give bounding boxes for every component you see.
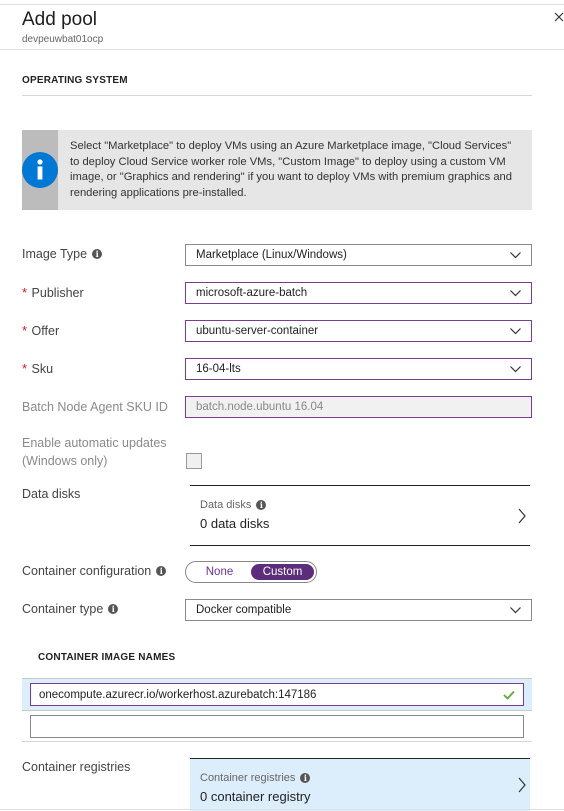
container-configuration-toggle[interactable]: None Custom — [185, 561, 317, 583]
toggle-option-none[interactable]: None — [188, 564, 251, 580]
offer-value: ubuntu-server-container — [196, 325, 319, 337]
info-icon[interactable]: i — [300, 773, 311, 783]
sku-value: 16-04-lts — [196, 363, 241, 375]
checkmark-icon — [503, 690, 515, 700]
node-agent-sku-label-text: Batch Node Agent SKU ID — [22, 400, 168, 414]
data-disks-label-text: Data disks — [22, 487, 81, 501]
close-icon — [554, 12, 564, 22]
container-registries-link-label: Container registries i — [200, 772, 520, 784]
container-type-select[interactable]: Docker compatible — [185, 599, 532, 621]
container-registries-count: 0 container registry — [200, 789, 311, 804]
header-divider — [0, 49, 564, 50]
info-icon[interactable]: i — [156, 566, 167, 576]
chevron-down-icon — [510, 251, 521, 258]
image-name-input-empty[interactable] — [30, 715, 524, 738]
container-type-label-text: Container type — [22, 602, 104, 616]
info-icon[interactable]: i — [256, 500, 267, 510]
top-border — [0, 4, 564, 5]
chevron-down-icon — [510, 365, 521, 372]
publisher-label: * Publisher — [22, 285, 84, 300]
container-configuration-label-text: Container configuration — [22, 564, 152, 578]
section-title-container-image-names: CONTAINER IMAGE NAMES — [38, 652, 176, 663]
image-type-label: Image Type i — [22, 247, 103, 261]
section-divider — [22, 95, 532, 96]
info-icon[interactable]: i — [92, 249, 103, 259]
toggle-option-custom[interactable]: Custom — [251, 564, 314, 580]
required-marker: * — [22, 361, 28, 376]
container-registries-label-text: Container registries — [22, 760, 131, 774]
image-name-row: onecompute.azurecr.io/workerhost.azureba… — [22, 678, 532, 710]
info-icon[interactable]: i — [108, 604, 119, 614]
image-name-value: onecompute.azurecr.io/workerhost.azureba… — [39, 688, 317, 701]
auto-updates-label: Enable automatic updates (Windows only) — [22, 435, 167, 469]
offer-label-text: Offer — [31, 324, 60, 338]
auto-updates-checkbox[interactable] — [186, 453, 202, 469]
sku-label: * Sku — [22, 361, 53, 376]
node-agent-sku-label: Batch Node Agent SKU ID — [22, 400, 168, 414]
data-disks-link[interactable]: Data disks i 0 data disks — [190, 485, 530, 546]
sku-select[interactable]: 16-04-lts — [185, 358, 532, 380]
auto-updates-label-line2: (Windows only) — [22, 454, 108, 468]
container-registries-link-label-text: Container registries — [200, 772, 296, 784]
offer-label: * Offer — [22, 323, 59, 338]
data-disks-label: Data disks — [22, 487, 80, 501]
sku-label-text: Sku — [31, 362, 54, 376]
chevron-down-icon — [510, 327, 521, 334]
chevron-right-icon — [518, 508, 526, 523]
info-box-text: Select "Marketplace" to deploy VMs using… — [70, 140, 512, 199]
image-name-row-empty — [22, 710, 532, 742]
chevron-down-icon — [510, 606, 521, 613]
publisher-label-text: Publisher — [31, 286, 84, 300]
image-type-value: Marketplace (Linux/Windows) — [196, 249, 347, 261]
container-type-label: Container type i — [22, 602, 119, 616]
chevron-right-icon — [518, 777, 526, 793]
info-box: Select "Marketplace" to deploy VMs using… — [22, 130, 532, 210]
bottom-border — [0, 809, 564, 810]
required-marker: * — [22, 285, 28, 300]
node-agent-sku-field: batch.node.ubuntu 16.04 — [185, 396, 532, 418]
container-registries-label: Container registries — [22, 760, 130, 774]
image-type-select[interactable]: Marketplace (Linux/Windows) — [185, 244, 532, 266]
node-agent-sku-value: batch.node.ubuntu 16.04 — [196, 401, 324, 413]
data-disks-count: 0 data disks — [200, 516, 270, 531]
close-button[interactable] — [554, 10, 564, 28]
publisher-select[interactable]: microsoft-azure-batch — [185, 282, 532, 304]
container-registries-link[interactable]: Container registries i 0 container regis… — [190, 758, 530, 811]
data-disks-link-label: Data disks i — [200, 499, 520, 511]
blade-title: Add pool — [22, 9, 98, 30]
info-box-icon-column — [22, 130, 58, 210]
publisher-value: microsoft-azure-batch — [196, 287, 308, 299]
chevron-down-icon — [510, 289, 521, 296]
info-circle-icon — [22, 152, 58, 188]
image-type-label-text: Image Type — [22, 247, 88, 261]
data-disks-link-label-text: Data disks — [200, 499, 252, 511]
required-marker: * — [22, 323, 28, 338]
auto-updates-label-line1: Enable automatic updates — [22, 436, 167, 450]
section-title-operating-system: OPERATING SYSTEM — [22, 75, 128, 86]
container-configuration-label: Container configuration i — [22, 564, 167, 578]
blade-subtitle: devpeuwbat01ocp — [22, 34, 104, 45]
offer-select[interactable]: ubuntu-server-container — [185, 320, 532, 342]
container-type-value: Docker compatible — [196, 604, 292, 616]
image-name-input[interactable]: onecompute.azurecr.io/workerhost.azureba… — [30, 683, 524, 706]
